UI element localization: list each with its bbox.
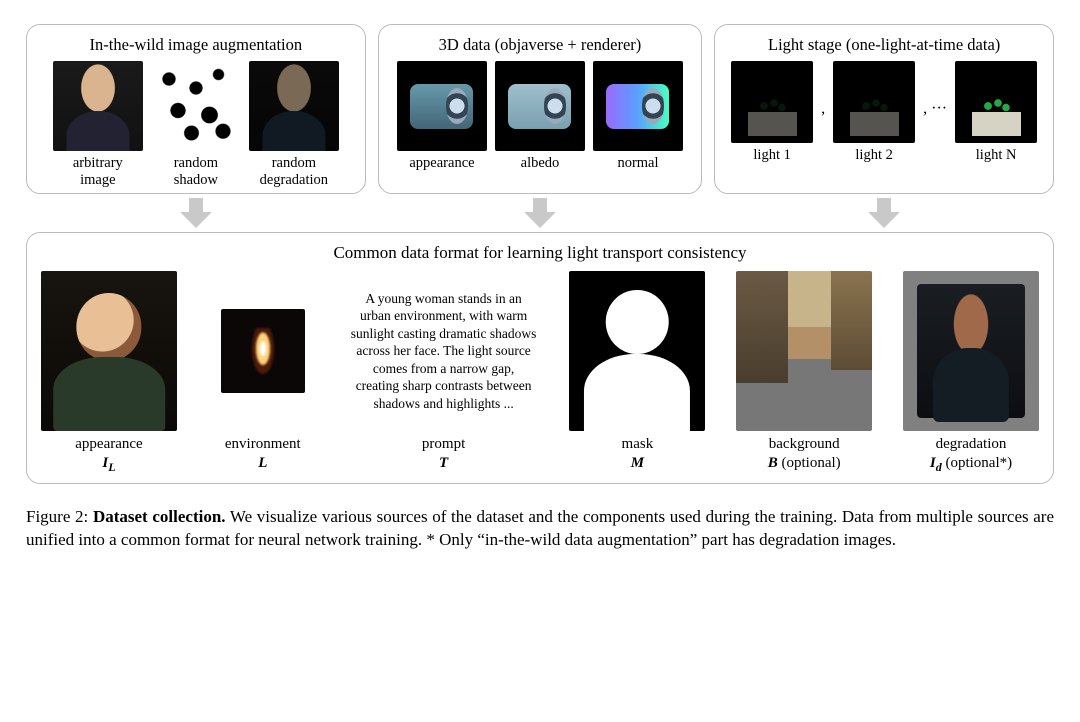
background-symbol: B bbox=[768, 455, 778, 471]
mask-label-text: mask bbox=[622, 436, 654, 452]
appearance-label-text: appearance bbox=[75, 436, 142, 452]
light1-label: light 1 bbox=[753, 147, 790, 181]
panel-wild-thumbs: arbitrary image random shadow random deg… bbox=[37, 61, 355, 189]
lightstage-lightN: light N bbox=[955, 61, 1037, 181]
panel-common-title: Common data format for learning light tr… bbox=[41, 243, 1039, 263]
mask-symbol: M bbox=[631, 455, 644, 471]
lightstage-light2: light 2 bbox=[833, 61, 915, 181]
obj-normal-label: normal bbox=[617, 155, 658, 189]
prompt-label-text: prompt bbox=[422, 436, 465, 452]
panel-wild: In-the-wild image augmentation arbitrary… bbox=[26, 24, 366, 194]
panel-lightstage-thumbs: light 1 , light 2 , ··· light N bbox=[725, 61, 1043, 181]
environment-label: environment L bbox=[225, 435, 301, 473]
panel-3d-thumbs: appearance albedo normal bbox=[389, 61, 692, 189]
panel-wild-title: In-the-wild image augmentation bbox=[37, 35, 355, 55]
random-shadow-thumb bbox=[151, 61, 241, 151]
common-environment: environment L bbox=[208, 271, 318, 473]
degradation-label: degradation Id (optional*) bbox=[930, 435, 1012, 475]
random-shadow-label: random shadow bbox=[174, 155, 218, 189]
wild-item-shadow: random shadow bbox=[151, 61, 241, 189]
degradation-subscript: d bbox=[936, 460, 942, 474]
environment-image bbox=[221, 309, 305, 393]
degradation-label-text: degradation bbox=[936, 436, 1007, 452]
panel-lightstage: Light stage (one-light-at-time data) lig… bbox=[714, 24, 1054, 194]
caption-fig: Figure 2: bbox=[26, 507, 88, 526]
obj-albedo: albedo bbox=[495, 61, 585, 189]
panel-3d-title: 3D data (objaverse + renderer) bbox=[389, 35, 692, 55]
arbitrary-image-thumb bbox=[53, 61, 143, 151]
light1-thumb bbox=[731, 61, 813, 143]
prompt-symbol: T bbox=[439, 455, 448, 471]
appearance-image bbox=[41, 271, 177, 431]
random-degradation-label: random degradation bbox=[260, 155, 328, 189]
mask-image bbox=[569, 271, 705, 431]
panel-lightstage-title: Light stage (one-light-at-time data) bbox=[725, 35, 1043, 55]
background-note: (optional) bbox=[781, 455, 840, 471]
prompt-label: prompt T bbox=[422, 435, 465, 473]
figure-caption: Figure 2: Dataset collection. We visuali… bbox=[26, 506, 1054, 552]
panel-3d: 3D data (objaverse + renderer) appearanc… bbox=[378, 24, 703, 194]
lightN-label: light N bbox=[976, 147, 1017, 181]
obj-appearance: appearance bbox=[397, 61, 487, 189]
lightstage-sep2: , ··· bbox=[923, 100, 947, 118]
degradation-note: (optional*) bbox=[945, 455, 1012, 471]
background-label: background B (optional) bbox=[768, 435, 841, 473]
obj-albedo-thumb bbox=[495, 61, 585, 151]
common-appearance: appearance IL bbox=[41, 271, 177, 475]
top-row: In-the-wild image augmentation arbitrary… bbox=[26, 24, 1054, 194]
common-mask: mask M bbox=[569, 271, 705, 473]
lightstage-light1: light 1 bbox=[731, 61, 813, 181]
obj-normal-thumb bbox=[593, 61, 683, 151]
common-degradation: degradation Id (optional*) bbox=[903, 271, 1039, 475]
common-prompt: A young woman stands in an urban environ… bbox=[349, 271, 539, 473]
appearance-subscript: L bbox=[108, 460, 115, 474]
appearance-label: appearance IL bbox=[75, 435, 142, 475]
arrow-down-icon bbox=[868, 198, 900, 228]
common-background: background B (optional) bbox=[736, 271, 872, 473]
obj-normal: normal bbox=[593, 61, 683, 189]
mask-label: mask M bbox=[622, 435, 654, 473]
arrow-down-icon bbox=[524, 198, 556, 228]
arbitrary-image-label: arbitrary image bbox=[73, 155, 123, 189]
wild-item-arbitrary: arbitrary image bbox=[53, 61, 143, 189]
prompt-text: A young woman stands in an urban environ… bbox=[349, 271, 539, 431]
arrow-down-icon bbox=[180, 198, 212, 228]
lightN-thumb bbox=[955, 61, 1037, 143]
background-image bbox=[736, 271, 872, 431]
background-label-text: background bbox=[769, 436, 840, 452]
panel-common: Common data format for learning light tr… bbox=[26, 232, 1054, 484]
obj-appearance-thumb bbox=[397, 61, 487, 151]
light2-thumb bbox=[833, 61, 915, 143]
light2-label: light 2 bbox=[855, 147, 892, 181]
caption-title: Dataset collection. bbox=[93, 507, 226, 526]
obj-appearance-label: appearance bbox=[409, 155, 474, 189]
environment-label-text: environment bbox=[225, 436, 301, 452]
environment-wrap bbox=[208, 271, 318, 431]
environment-symbol: L bbox=[258, 455, 267, 471]
random-degradation-thumb bbox=[249, 61, 339, 151]
wild-item-degradation: random degradation bbox=[249, 61, 339, 189]
panel-common-row: appearance IL environment L A young woma… bbox=[41, 271, 1039, 475]
obj-albedo-label: albedo bbox=[521, 155, 560, 189]
arrows-row bbox=[26, 198, 1054, 228]
lightstage-sep1: , bbox=[821, 100, 825, 118]
degradation-image bbox=[903, 271, 1039, 431]
